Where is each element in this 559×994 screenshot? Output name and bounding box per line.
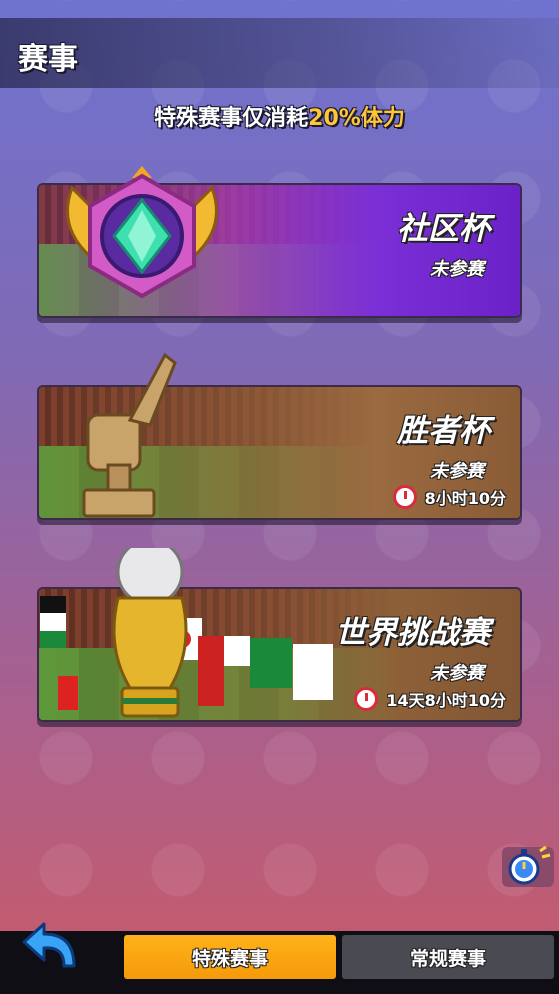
community-cup-emblem-icon [66,166,218,299]
notice-prefix: 特殊赛事仅消耗 [154,106,309,131]
thumbs-up-trophy-icon [82,352,177,518]
timer-text: 8小时10分 [424,489,506,508]
notice-highlight: 20%体力 [308,106,405,131]
clock-icon [354,687,379,711]
stopwatch-icon[interactable] [502,843,554,889]
stamina-notice: 特殊赛事仅消耗20%体力 [0,100,559,132]
tab-special-events[interactable]: 特殊赛事 [124,935,336,979]
event-status: 未参赛 [430,461,484,482]
event-status: 未参赛 [430,259,484,280]
header-bar: 赛事 [0,18,559,88]
event-timer: 14天8小时10分 [354,687,506,711]
event-status: 未参赛 [430,663,484,684]
page-title: 赛事 [18,42,78,77]
world-cup-trophy-icon [40,548,333,718]
event-title: 社区杯 [397,211,490,247]
event-timer: 8小时10分 [392,485,506,509]
timer-text: 14天8小时10分 [386,691,506,710]
clock-icon [392,485,417,509]
event-title: 胜者杯 [397,413,490,449]
back-arrow-icon[interactable] [18,920,80,974]
event-title: 世界挑战赛 [335,615,490,651]
tab-regular-events[interactable]: 常规赛事 [342,935,554,979]
